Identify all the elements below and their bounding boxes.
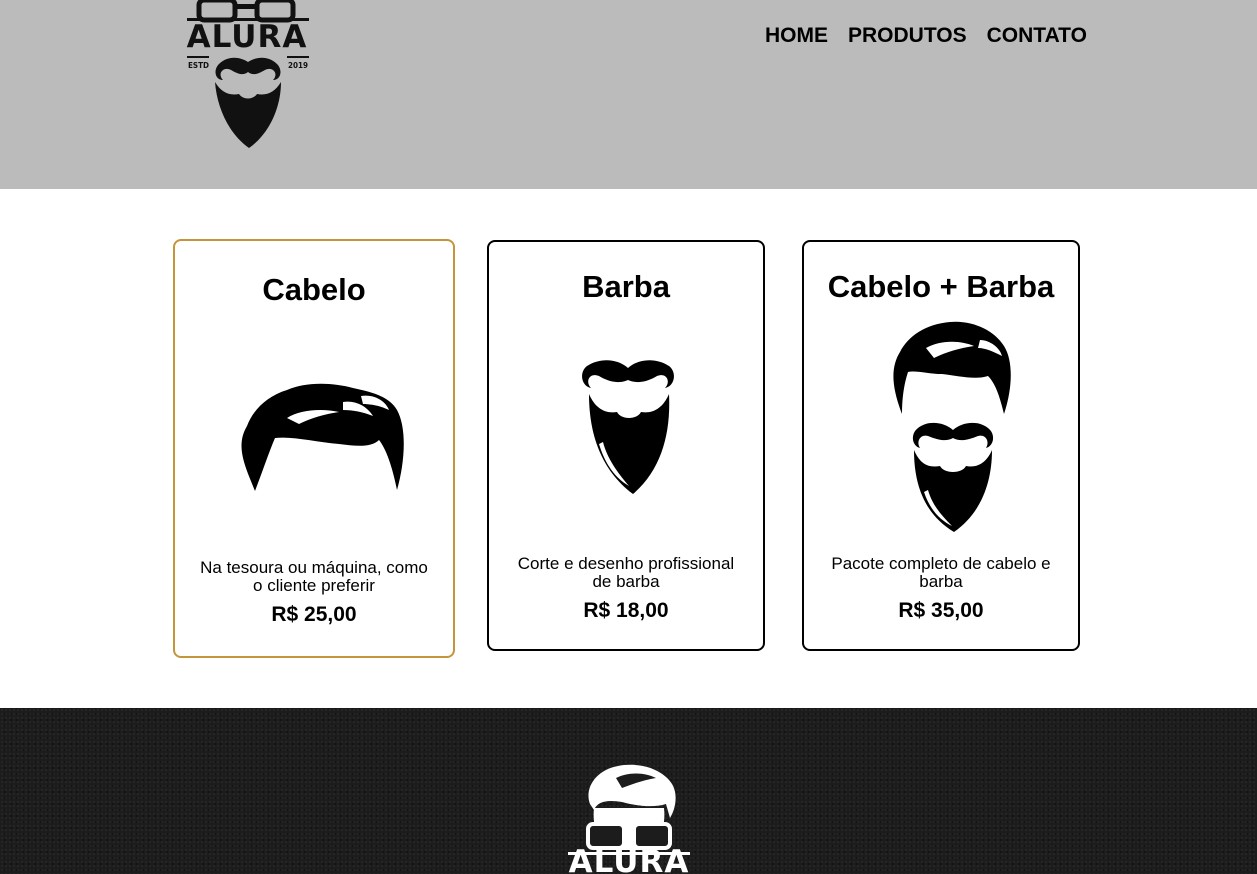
product-title: Cabelo + Barba [827, 269, 1055, 304]
product-card-barba[interactable]: Barba Corte e desenho profissional de ba… [487, 240, 765, 651]
nav-contato-link[interactable]: CONTATO [987, 24, 1087, 48]
product-description: Pacote completo de cabelo e barba [831, 554, 1051, 591]
product-description: Corte e desenho profissional de barba [517, 554, 735, 591]
product-title: Cabelo [262, 272, 366, 307]
footer-logo[interactable]: ALURA [566, 764, 692, 874]
beard-icon [582, 360, 674, 494]
product-price: R$ 25,00 [271, 603, 357, 626]
product-price: R$ 35,00 [898, 599, 984, 622]
product-description: Na tesoura ou máquina, como o cliente pr… [200, 558, 428, 595]
product-price: R$ 18,00 [583, 599, 669, 622]
nav-produtos-link[interactable]: PRODUTOS [848, 24, 967, 48]
hair-icon [241, 383, 404, 491]
site-footer: ALURA [0, 708, 1257, 874]
main-nav: HOME PRODUTOS CONTATO [765, 24, 1087, 48]
product-title: Barba [582, 269, 670, 304]
footer-logo-wordmark: ALURA [568, 844, 690, 874]
alura-logo[interactable]: ALURA ESTD 2019 [183, 0, 313, 152]
product-card-cabelo-barba[interactable]: Cabelo + Barba Pacote completo de cabelo… [802, 240, 1080, 651]
nav-home-link[interactable]: HOME [765, 24, 828, 48]
hair-and-beard-icon [893, 321, 1011, 532]
product-card-cabelo[interactable]: Cabelo Na tesoura ou máquina, como o cli… [173, 239, 455, 658]
logo-wordmark: ALURA [186, 19, 308, 55]
logo-estd-label: ESTD [188, 61, 209, 70]
site-header: ALURA ESTD 2019 HOME PRODUTOS CONTATO [0, 0, 1257, 189]
logo-year-label: 2019 [288, 61, 309, 70]
